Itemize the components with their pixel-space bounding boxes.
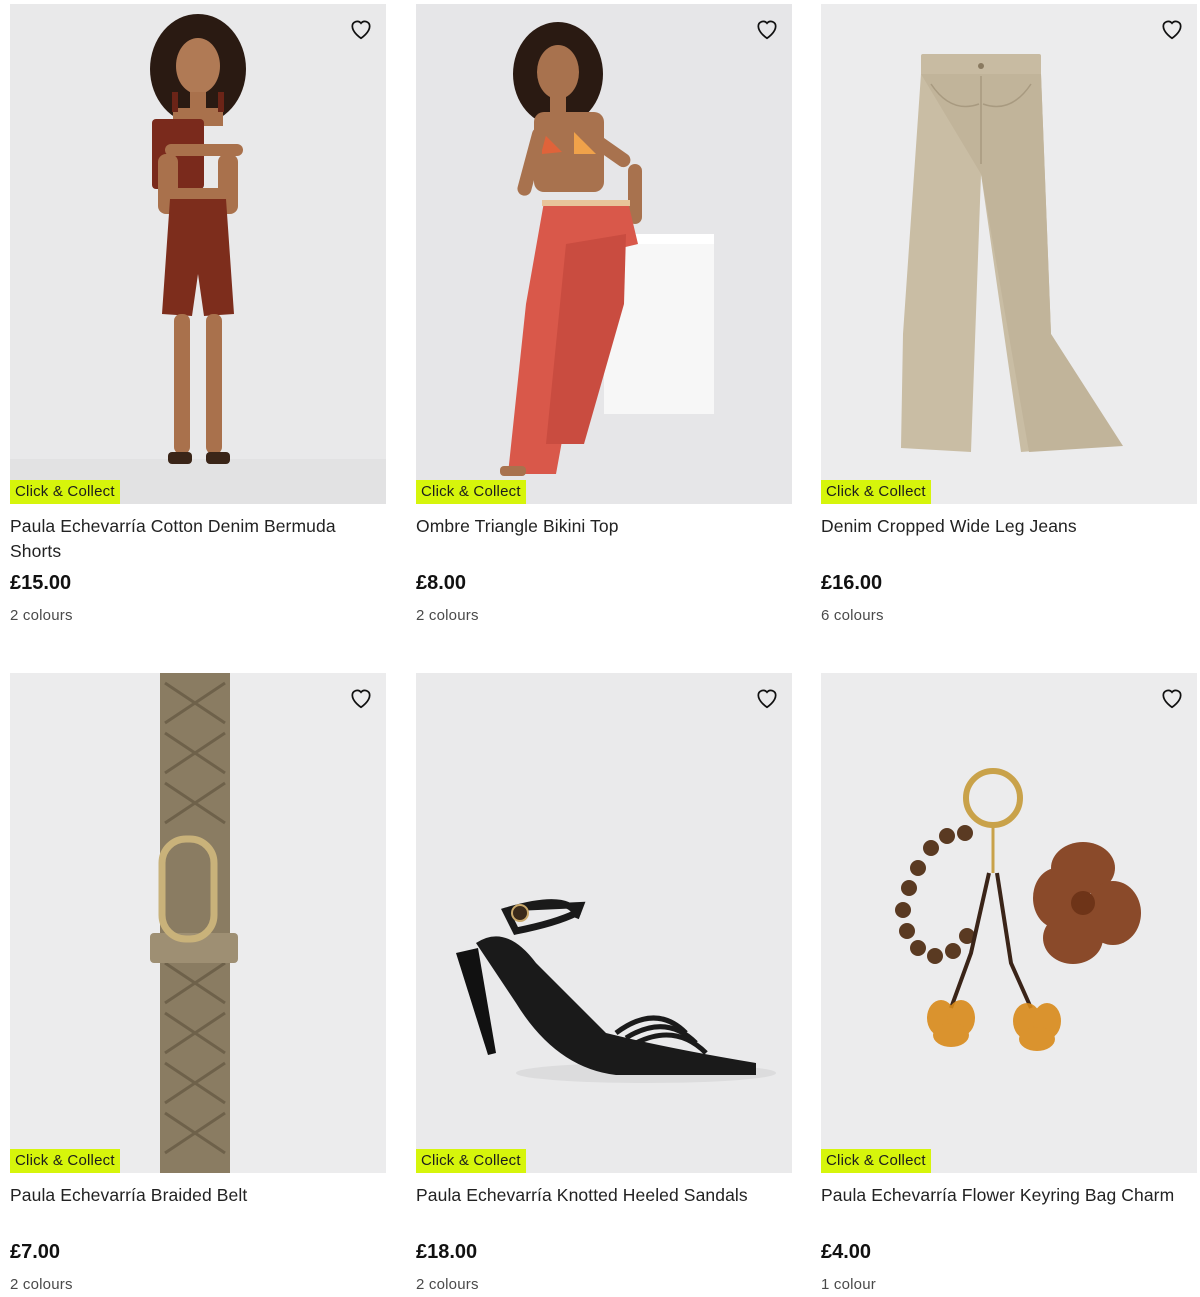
- product-image[interactable]: Click & Collect: [821, 4, 1197, 504]
- product-photo: [821, 4, 1197, 504]
- product-price: £18.00: [416, 1241, 478, 1263]
- colour-count: 2 colours: [416, 1276, 479, 1293]
- product-photo: [416, 4, 792, 504]
- product-price: £8.00: [416, 572, 467, 594]
- product-card[interactable]: Click & Collect Paula Echevarría Cotton …: [10, 4, 386, 626]
- heart-icon[interactable]: [754, 685, 780, 711]
- product-image[interactable]: Click & Collect: [10, 4, 386, 504]
- heart-icon[interactable]: [348, 16, 374, 42]
- product-card[interactable]: Click & Collect Ombre Triangle Bikini To…: [416, 4, 792, 626]
- product-title[interactable]: Denim Cropped Wide Leg Jeans: [821, 514, 1197, 566]
- product-card[interactable]: Click & Collect Paula Echevarría Knotted…: [416, 673, 792, 1295]
- product-title[interactable]: Paula Echevarría Braided Belt: [10, 1183, 386, 1235]
- product-photo: [416, 673, 792, 1173]
- product-title[interactable]: Paula Echevarría Flower Keyring Bag Char…: [821, 1183, 1197, 1235]
- product-image[interactable]: Click & Collect: [821, 673, 1197, 1173]
- click-collect-badge: Click & Collect: [821, 1149, 931, 1173]
- click-collect-badge: Click & Collect: [416, 1149, 526, 1173]
- heart-icon[interactable]: [1159, 16, 1185, 42]
- product-image[interactable]: Click & Collect: [10, 673, 386, 1173]
- product-image[interactable]: Click & Collect: [416, 673, 792, 1173]
- product-grid: Click & Collect Paula Echevarría Cotton …: [0, 0, 1200, 1297]
- product-price: £7.00: [10, 1241, 61, 1263]
- colour-count: 6 colours: [821, 607, 884, 624]
- heart-icon[interactable]: [754, 16, 780, 42]
- product-title[interactable]: Paula Echevarría Knotted Heeled Sandals: [416, 1183, 792, 1235]
- product-title[interactable]: Ombre Triangle Bikini Top: [416, 514, 792, 566]
- colour-count: 2 colours: [10, 1276, 73, 1293]
- product-card[interactable]: Click & Collect Paula Echevarría Braided…: [10, 673, 386, 1295]
- click-collect-badge: Click & Collect: [821, 480, 931, 504]
- product-price: £4.00: [821, 1241, 872, 1263]
- product-image[interactable]: Click & Collect: [416, 4, 792, 504]
- click-collect-badge: Click & Collect: [10, 1149, 120, 1173]
- heart-icon[interactable]: [1159, 685, 1185, 711]
- product-card[interactable]: Click & Collect Denim Cropped Wide Leg J…: [821, 4, 1197, 626]
- product-price: £15.00: [10, 572, 72, 594]
- product-card[interactable]: Click & Collect Paula Echevarría Flower …: [821, 673, 1197, 1295]
- click-collect-badge: Click & Collect: [416, 480, 526, 504]
- heart-icon[interactable]: [348, 685, 374, 711]
- product-price: £16.00: [821, 572, 883, 594]
- colour-count: 2 colours: [10, 607, 73, 624]
- colour-count: 2 colours: [416, 607, 479, 624]
- product-title[interactable]: Paula Echevarría Cotton Denim Bermuda Sh…: [10, 514, 386, 566]
- product-photo: [821, 673, 1197, 1173]
- product-photo: [10, 4, 386, 504]
- product-photo: [10, 673, 386, 1173]
- click-collect-badge: Click & Collect: [10, 480, 120, 504]
- colour-count: 1 colour: [821, 1276, 876, 1293]
